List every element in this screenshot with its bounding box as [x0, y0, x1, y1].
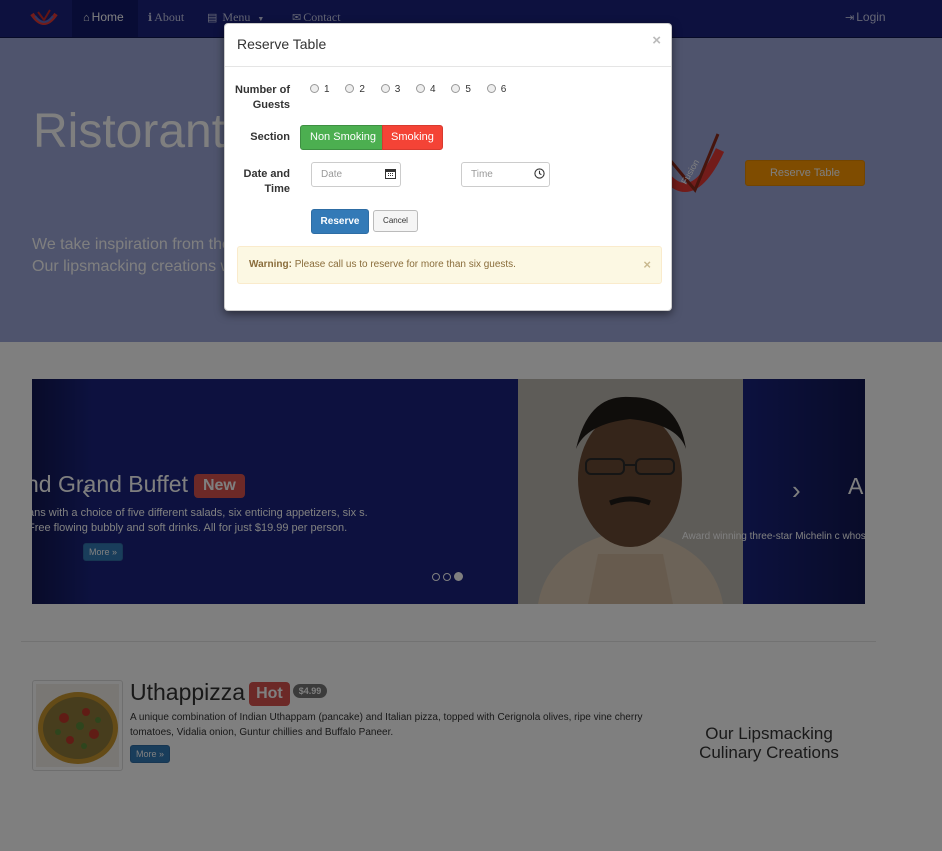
close-icon[interactable]: ×: [652, 32, 661, 49]
modal-header: Reserve Table ×: [225, 24, 671, 67]
clock-icon[interactable]: [534, 168, 545, 179]
section-toggle-group: Non Smoking Smoking: [300, 125, 443, 150]
modal-title: Reserve Table: [237, 36, 327, 52]
section-label: Section: [250, 131, 290, 143]
time-input[interactable]: Time: [461, 162, 550, 187]
radio-button[interactable]: [310, 84, 319, 93]
calendar-icon[interactable]: [385, 168, 396, 179]
cancel-button[interactable]: Cancel: [373, 210, 418, 232]
warning-strong: Warning:: [249, 259, 292, 270]
guests-option-2[interactable]: 2: [345, 84, 365, 95]
date-input[interactable]: Date: [311, 162, 401, 187]
guests-option-6[interactable]: 6: [486, 84, 507, 95]
radio-button[interactable]: [416, 84, 426, 93]
radio-button[interactable]: [345, 84, 355, 93]
reserve-button[interactable]: Reserve: [311, 209, 369, 234]
non-smoking-button[interactable]: Non Smoking: [300, 125, 387, 150]
date-placeholder: Date: [321, 169, 343, 180]
guests-option-label: 2: [359, 84, 365, 95]
reserve-table-modal: Reserve Table × Number of Guests 1 2 3 4…: [224, 23, 672, 311]
guests-option-1[interactable]: 1: [310, 84, 330, 95]
guests-option-label: 4: [430, 84, 436, 95]
radio-button[interactable]: [380, 84, 390, 93]
guests-option-label: 3: [394, 84, 401, 95]
warning-alert: Warning: Please call us to reserve for m…: [237, 246, 662, 284]
radio-button[interactable]: [486, 84, 496, 93]
close-icon[interactable]: ×: [643, 247, 651, 283]
smoking-button[interactable]: Smoking: [382, 125, 443, 150]
guests-option-label: 6: [500, 84, 507, 95]
guests-option-4[interactable]: 4: [416, 84, 436, 95]
radio-button[interactable]: [451, 84, 461, 93]
date-time-label: Date and Time: [243, 168, 290, 195]
guests-radio-group: 1 2 3 4 5 6: [310, 84, 519, 95]
warning-text: Please call us to reserve for more than …: [294, 259, 516, 270]
guests-option-5[interactable]: 5: [451, 84, 471, 95]
guests-option-label: 1: [324, 84, 330, 95]
guests-option-label: 5: [465, 84, 471, 95]
time-placeholder: Time: [471, 169, 493, 180]
guests-option-3[interactable]: 3: [380, 84, 401, 95]
guests-label: Number of Guests: [235, 84, 290, 111]
